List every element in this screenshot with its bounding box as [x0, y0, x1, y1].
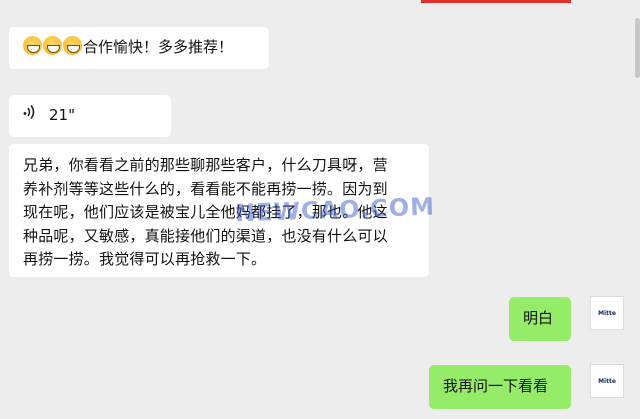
avatar-logo: Mitte: [598, 377, 616, 385]
grinning-face-icon: [43, 36, 62, 55]
grinning-face-icon: [63, 36, 82, 55]
message-text: 合作愉快！多多推荐！: [83, 38, 234, 56]
message-line: 兄弟，你看看之前的那些聊那些客户，什么刀具呀，营: [23, 156, 388, 174]
top-accent-bar: [421, 0, 571, 3]
voice-duration: 21": [49, 106, 75, 125]
avatar[interactable]: Mitte: [590, 296, 624, 330]
outgoing-message-bubble[interactable]: 明白: [509, 297, 571, 341]
message-text: 我再问一下看看: [443, 377, 549, 395]
grinning-face-icon: [23, 36, 42, 55]
outgoing-message-bubble[interactable]: 我再问一下看看: [429, 365, 571, 409]
avatar-logo: Mitte: [598, 309, 616, 317]
scrollbar[interactable]: [635, 18, 640, 78]
message-line: 再捞一捞。我觉得可以再抢救一下。: [23, 250, 267, 268]
message-line: 养补剂等等这些什么的，看看能不能再捞一捞。因为到: [23, 179, 388, 198]
incoming-text-bubble[interactable]: 兄弟，你看看之前的那些聊那些客户，什么刀具呀，营 养补剂等等这些什么的，看看能不…: [9, 144, 429, 277]
voice-wave-icon: [23, 104, 37, 128]
voice-message-bubble[interactable]: 21": [9, 95, 171, 137]
message-line: 现在呢，他们应该是被宝儿全他妈都挂了，那也。他这: [23, 203, 388, 221]
avatar[interactable]: Mitte: [590, 364, 624, 398]
message-text: 明白: [523, 309, 554, 327]
message-line: 种品呢，又敏感，真能接他们的渠道，也没有什么可以: [23, 226, 388, 245]
incoming-message-bubble[interactable]: 合作愉快！多多推荐！: [9, 27, 269, 69]
